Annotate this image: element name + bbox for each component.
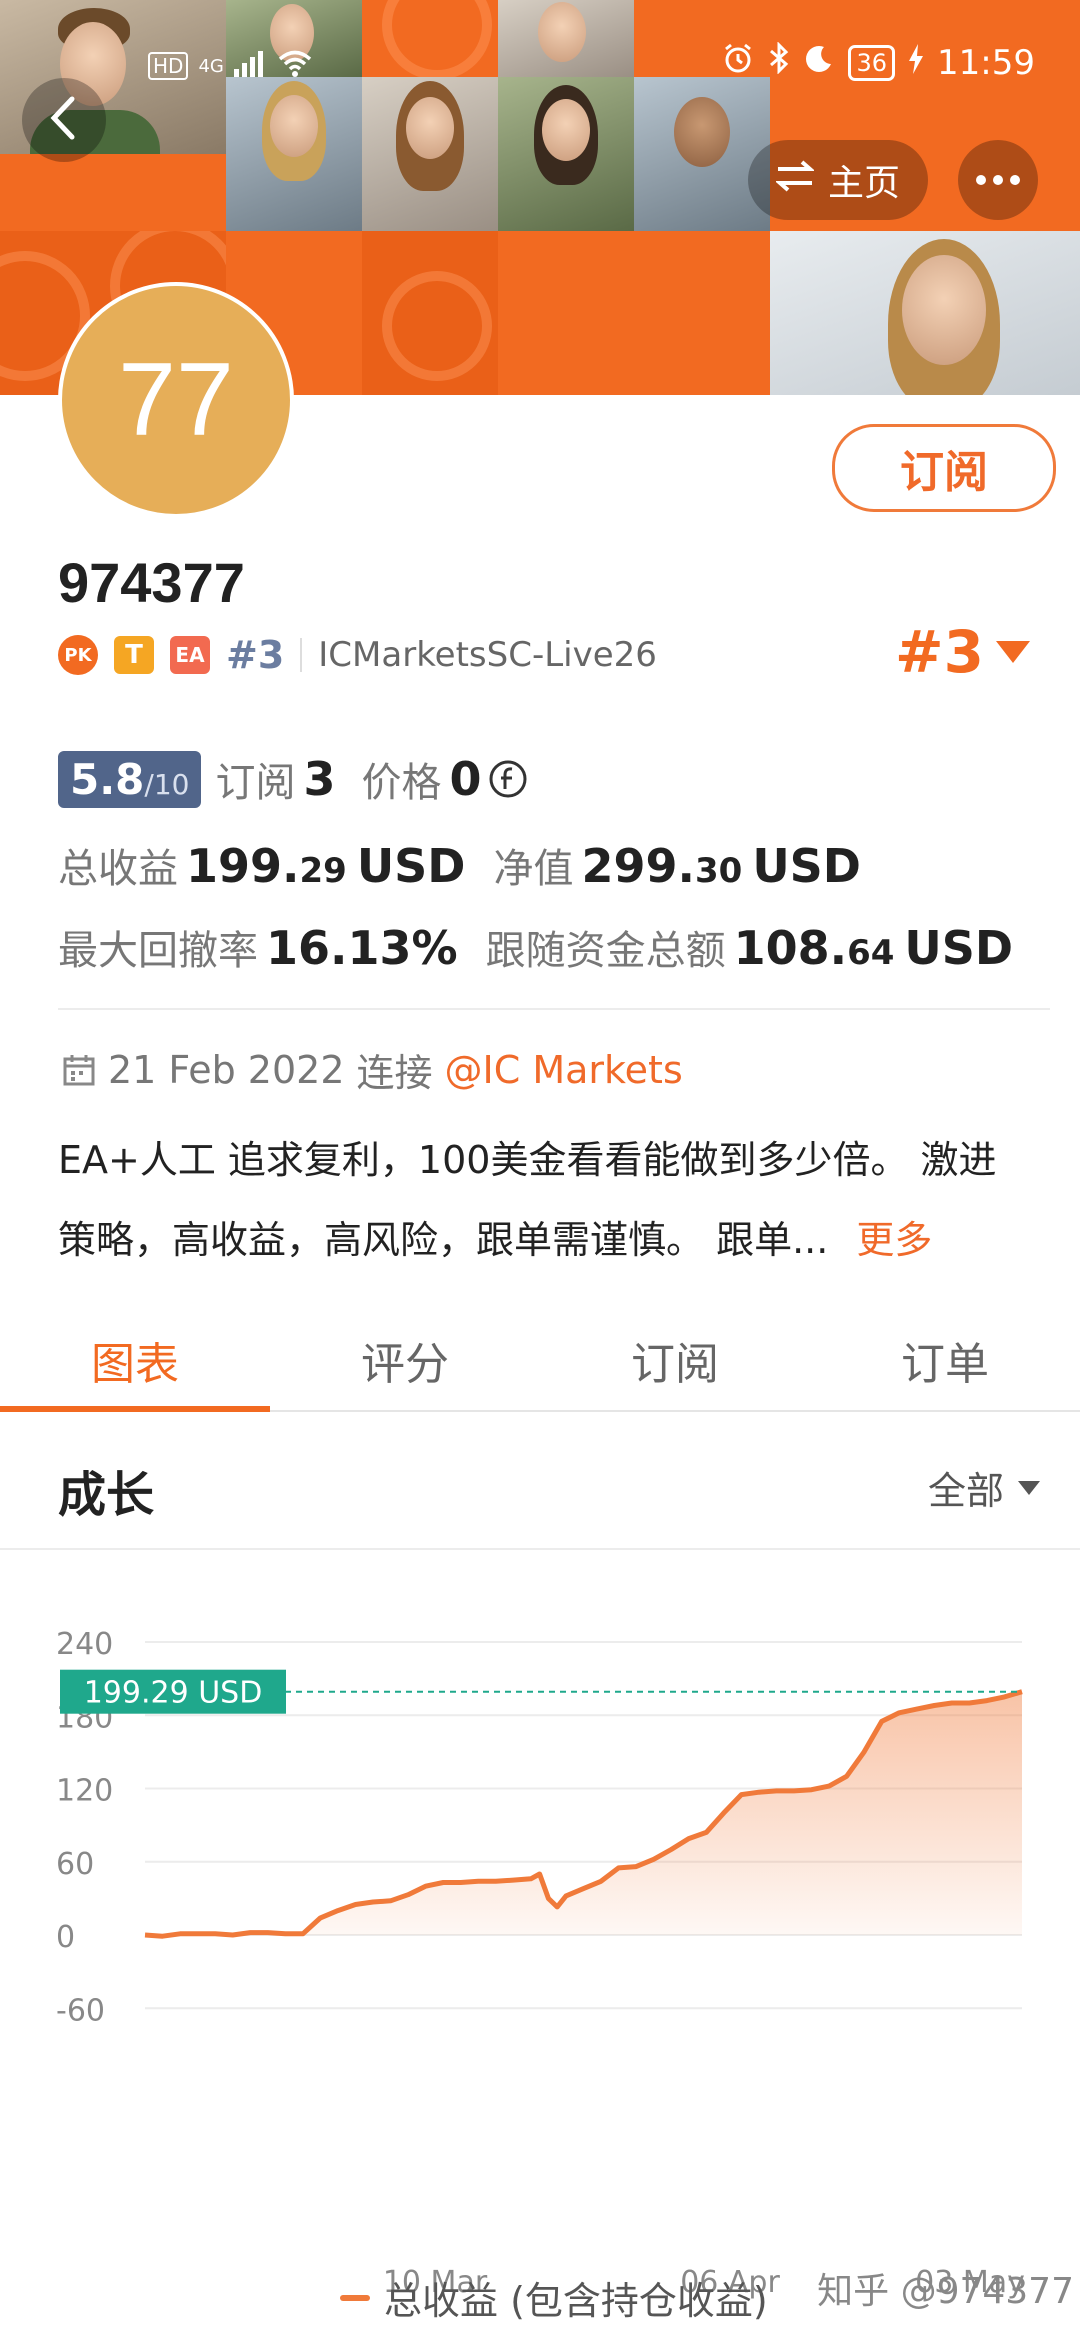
connect-date: 21 Feb 2022 [108, 1047, 345, 1092]
score-row: 5.8/10 订阅 3 价格 0 [58, 750, 528, 808]
home-label: 主页 [827, 163, 900, 204]
subs-value: 3 [303, 752, 336, 806]
status-bar: HD 4G 36 11:59 [0, 0, 1080, 130]
chart-legend: 总收益 (包含持仓收益) [340, 2270, 768, 2325]
follow-value: 108.64 [734, 921, 895, 975]
tab-bar: 图表 评分 订阅 订单 [0, 1310, 1080, 1412]
badge-row: PK T EA #3 ICMarketsSC-Live26 [58, 630, 657, 680]
bluetooth-icon [768, 41, 790, 83]
status-time: 11:59 [937, 42, 1035, 83]
subscribe-button[interactable]: 订阅 [832, 424, 1056, 512]
description-line-2: 策略，高收益，高风险，跟单需谨慎。 跟单... 更多 [58, 1198, 1038, 1282]
currency-icon [488, 759, 528, 799]
y-tick-label: 120 [56, 1774, 113, 1809]
equity-label: 净值 [493, 846, 574, 892]
charging-icon [909, 43, 924, 83]
caret-down-icon [1018, 1480, 1040, 1495]
rank-dropdown[interactable]: #3 [895, 618, 1030, 686]
price-label: 价格 [361, 760, 442, 806]
tab-subscriptions[interactable]: 订阅 [540, 1310, 810, 1410]
chevron-left-icon [44, 95, 84, 145]
legend-swatch [340, 2294, 370, 2301]
description-line-1: EA+人工 追求复利，100美金看看能做到多少倍。 激进 [58, 1138, 997, 1182]
drawdown-row: 最大回撤率 16.13% 跟随资金总额 108.64 USD [58, 918, 1013, 976]
caret-down-icon [996, 641, 1030, 663]
equity-int: 299. [581, 839, 696, 893]
legend-label: 总收益 (包含持仓收益) [384, 2279, 768, 2323]
watermark: 知乎 @974377 [817, 2271, 1074, 2312]
divider [0, 1548, 1080, 1550]
y-tick-label: 240 [56, 1627, 113, 1662]
series-area [145, 1691, 1022, 1937]
follow-label: 跟随资金总额 [485, 928, 726, 974]
follow-dec: 64 [847, 933, 895, 973]
connect-info: 21 Feb 2022 连接 @IC Markets [62, 1042, 683, 1097]
follow-int: 108. [733, 921, 848, 975]
score-value: 5.8 [70, 754, 145, 804]
tab-orders[interactable]: 订单 [810, 1310, 1080, 1410]
avatar-text: 77 [118, 341, 234, 458]
tab-rating[interactable]: 评分 [270, 1310, 540, 1410]
moon-icon [804, 43, 834, 83]
total-profit-int: 199. [186, 839, 300, 893]
divider [300, 638, 303, 672]
more-link[interactable]: 更多 [856, 1218, 932, 1262]
total-profit-unit: USD [356, 839, 466, 893]
more-button[interactable] [958, 140, 1038, 220]
y-tick-label: -60 [56, 1993, 105, 2028]
broker-link[interactable]: @IC Markets [445, 1048, 683, 1092]
rank-small: #3 [226, 633, 285, 677]
more-horizontal-icon [975, 171, 1021, 190]
alarm-icon [722, 42, 754, 83]
hd-indicator: HD [148, 52, 189, 80]
network-type: 4G [198, 55, 224, 77]
signal-icon [233, 46, 268, 86]
pk-badge[interactable]: PK [58, 635, 98, 675]
trader-name: 974377 [58, 551, 245, 614]
server-name: ICMarketsSC-Live26 [318, 635, 657, 675]
equity-dec: 30 [695, 851, 743, 891]
price-value: 0 [449, 752, 482, 806]
growth-chart[interactable]: 240180120600-6010 Mar 06 Apr 03 May199.29 … [0, 1560, 1080, 2340]
cover-tile [362, 231, 498, 395]
connect-label: 连接 [356, 1051, 433, 1095]
equity-value: 299.30 [582, 839, 743, 893]
y-tick-label: 0 [56, 1920, 75, 1955]
t-badge[interactable]: T [114, 636, 154, 674]
ea-badge[interactable]: EA [170, 636, 210, 674]
total-profit-label: 总收益 [58, 846, 178, 892]
equity-unit: USD [752, 839, 861, 893]
t-label: T [125, 640, 143, 670]
cover-photo [770, 231, 1080, 395]
drawdown-value: 16.13% [266, 921, 458, 975]
description-text: 策略，高收益，高风险，跟单需谨慎。 跟单... [58, 1218, 829, 1262]
battery-level: 36 [856, 48, 888, 77]
pk-label: PK [64, 644, 92, 666]
ea-label: EA [175, 643, 205, 667]
drawdown-label: 最大回撤率 [58, 928, 258, 974]
total-profit-value: 199.29 [186, 839, 347, 893]
subs-label: 订阅 [215, 760, 296, 806]
total-profit-dec: 29 [299, 851, 347, 891]
divider [58, 1008, 1050, 1010]
calendar-icon [62, 1053, 96, 1087]
back-button[interactable] [22, 78, 106, 162]
y-tick-label: 60 [56, 1847, 94, 1882]
range-filter[interactable]: 全部 [928, 1460, 1040, 1515]
battery-icon: 36 [848, 44, 896, 81]
section-title: 成长 [58, 1467, 155, 1523]
score-max: /10 [144, 767, 190, 801]
follow-unit: USD [904, 921, 1014, 975]
avatar: 77 [58, 282, 294, 518]
subscribe-label: 订阅 [900, 447, 988, 498]
wifi-icon [278, 46, 312, 86]
profit-row: 总收益 199.29 USD 净值 299.30 USD [58, 836, 861, 894]
swap-arrows-icon [774, 159, 816, 202]
score-badge: 5.8/10 [58, 750, 202, 808]
current-value-label: 199.29 USD [84, 1676, 263, 1711]
tab-chart[interactable]: 图表 [0, 1310, 270, 1412]
range-filter-label: 全部 [927, 1469, 1004, 1513]
home-button[interactable]: 主页 [748, 140, 928, 220]
rank-big: #3 [895, 618, 984, 686]
